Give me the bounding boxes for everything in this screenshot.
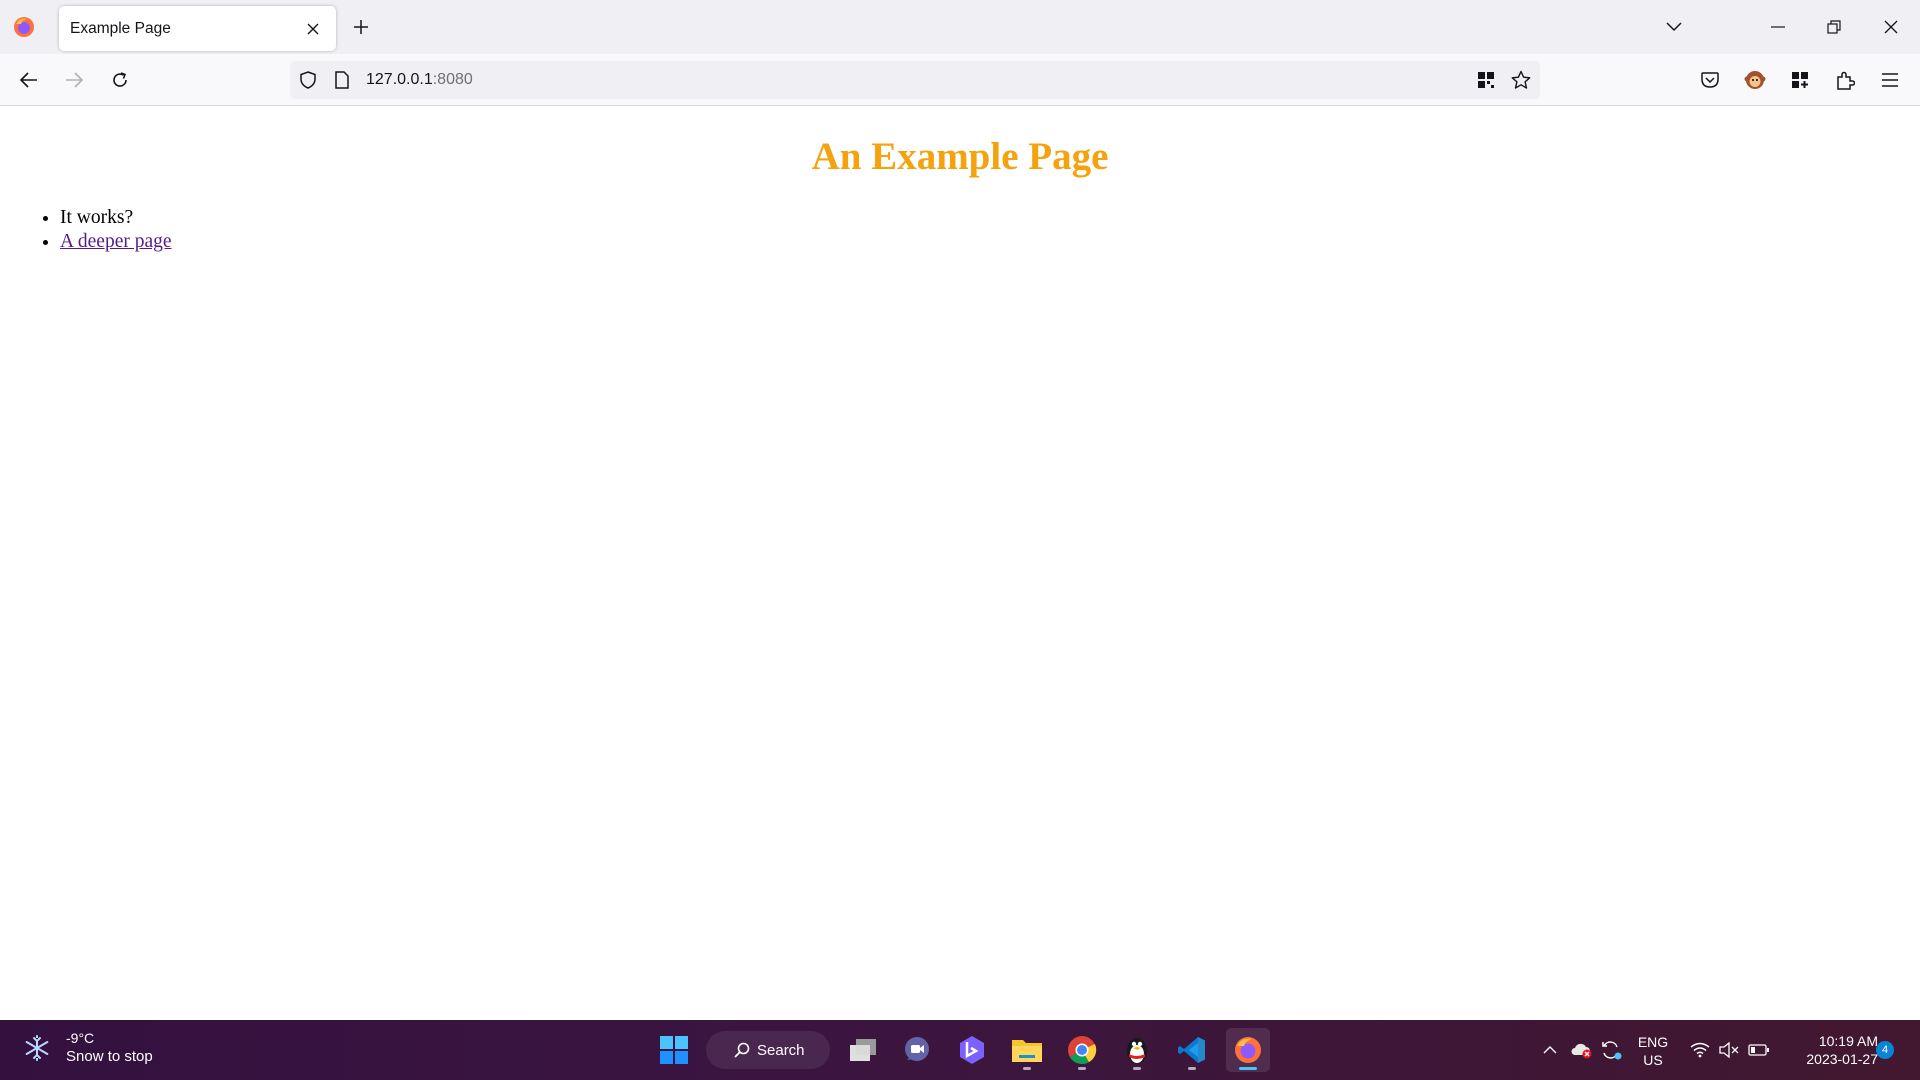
bing-icon: [960, 1036, 984, 1064]
tab-title: Example Page: [70, 19, 171, 37]
extensions-puzzle-icon[interactable]: [1829, 64, 1861, 96]
qr-code-icon[interactable]: [1474, 68, 1498, 92]
url-port: :8080: [432, 71, 473, 88]
page-heading: An Example Page: [811, 135, 1109, 178]
wifi-icon[interactable]: [1688, 1020, 1712, 1080]
start-button[interactable]: [652, 1028, 696, 1072]
firefox-menu-icon[interactable]: [12, 15, 36, 39]
teams-chat-icon: [905, 1037, 929, 1061]
page-content: An Example Page It works? A deeper page: [0, 107, 1920, 1020]
windows-logo-icon: [660, 1036, 688, 1064]
page-list: It works? A deeper page: [60, 206, 172, 254]
clock-date: 2023-01-27: [1806, 1051, 1878, 1067]
tracking-protection-shield-icon[interactable]: [296, 68, 320, 92]
search-label: Search: [757, 1041, 805, 1059]
penguin-icon: [1127, 1038, 1147, 1064]
chrome-icon: [1068, 1036, 1097, 1064]
minimize-icon[interactable]: [1755, 10, 1801, 44]
running-indicator: [1133, 1067, 1141, 1070]
vscode-button[interactable]: [1170, 1028, 1214, 1072]
cloud-sync-error-icon[interactable]: [1568, 1020, 1594, 1080]
list-all-tabs-icon[interactable]: [1660, 14, 1688, 40]
forward-icon[interactable]: [58, 64, 90, 96]
list-item: A deeper page: [60, 230, 172, 254]
url-host: 127.0.0.1: [366, 71, 433, 88]
show-hidden-icons-chevron-icon[interactable]: [1540, 1020, 1560, 1080]
reload-icon[interactable]: [104, 64, 136, 96]
clock-time: 10:19 AM: [1818, 1033, 1878, 1049]
navigation-toolbar: 127.0.0.1:8080: [0, 54, 1920, 106]
deeper-page-link[interactable]: A deeper page: [60, 231, 172, 252]
weather-description: Snow to stop: [66, 1048, 153, 1065]
qq-button[interactable]: [1115, 1028, 1159, 1072]
new-tab-button[interactable]: [348, 14, 374, 40]
back-icon[interactable]: [13, 64, 45, 96]
lang-line-1: ENG: [1637, 1034, 1669, 1050]
vscode-icon: [1178, 1037, 1205, 1063]
list-item: It works?: [60, 206, 172, 230]
firefox-icon: [1235, 1037, 1261, 1063]
restore-icon[interactable]: [1811, 10, 1857, 44]
tab-example-page[interactable]: Example Page: [59, 6, 336, 51]
firefox-taskbar-button[interactable]: [1226, 1028, 1270, 1072]
pocket-icon[interactable]: [1694, 64, 1726, 96]
task-view-button[interactable]: [841, 1028, 885, 1072]
close-tab-icon[interactable]: [302, 18, 324, 40]
weather-widget[interactable]: -9°C Snow to stop: [22, 1029, 153, 1067]
clock[interactable]: 10:19 AM 2023-01-27: [1778, 1032, 1878, 1068]
bookmark-star-icon[interactable]: [1509, 68, 1533, 92]
page-info-icon[interactable]: [330, 68, 354, 92]
file-explorer-button[interactable]: [1005, 1028, 1049, 1072]
notification-badge[interactable]: 4: [1876, 1041, 1894, 1059]
address-bar[interactable]: 127.0.0.1:8080: [290, 61, 1540, 99]
close-window-icon[interactable]: [1868, 10, 1914, 44]
apps-grid-icon[interactable]: [1784, 64, 1816, 96]
running-indicator: [1023, 1067, 1031, 1070]
taskbar-search-button[interactable]: Search: [706, 1031, 830, 1069]
weather-temperature: -9°C: [66, 1030, 95, 1046]
app-menu-hamburger-icon[interactable]: [1874, 64, 1906, 96]
running-indicator: [1188, 1067, 1196, 1070]
teams-chat-button[interactable]: [895, 1028, 939, 1072]
sync-icon[interactable]: [1598, 1020, 1624, 1080]
folder-icon: [1012, 1040, 1042, 1062]
task-view-icon: [850, 1039, 876, 1061]
chrome-button[interactable]: [1060, 1028, 1104, 1072]
lang-line-2: US: [1643, 1052, 1663, 1068]
running-indicator: [1078, 1067, 1086, 1070]
windows-taskbar: -9°C Snow to stop Search ENG US 10:19 AM…: [0, 1020, 1920, 1080]
volume-muted-icon[interactable]: [1717, 1020, 1741, 1080]
bing-button[interactable]: [950, 1028, 994, 1072]
url-text[interactable]: 127.0.0.1:8080: [366, 71, 473, 89]
tab-strip: Example Page: [0, 0, 1920, 54]
active-indicator: [1239, 1067, 1257, 1070]
search-icon: [734, 1042, 750, 1058]
input-language-indicator[interactable]: ENG US: [1630, 1033, 1676, 1069]
battery-icon[interactable]: [1746, 1020, 1772, 1080]
extension-monkey-icon[interactable]: [1739, 64, 1771, 96]
snowflake-icon: [25, 1035, 49, 1061]
